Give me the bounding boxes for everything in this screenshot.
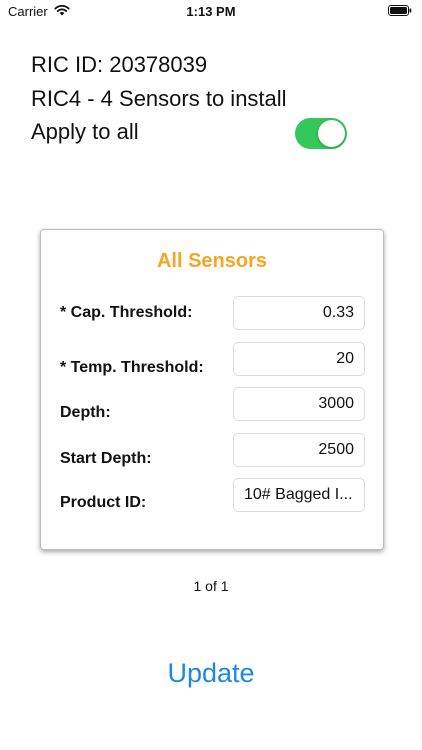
update-button[interactable]: Update xyxy=(0,658,422,689)
status-bar: Carrier 1:13 PM xyxy=(0,0,422,24)
page-indicator: 1 of 1 xyxy=(193,578,229,594)
apply-to-all-label: Apply to all xyxy=(31,119,139,144)
temp-threshold-input[interactable]: 20 xyxy=(233,342,365,376)
sensor-settings-card: All Sensors * Cap. Threshold: 0.33 * Tem… xyxy=(40,229,384,550)
temp-threshold-label: * Temp. Threshold: xyxy=(60,359,204,376)
apply-to-all-toggle[interactable] xyxy=(295,118,347,149)
status-time: 1:13 PM xyxy=(186,4,236,19)
start-depth-input[interactable]: 2500 xyxy=(233,433,365,467)
cap-threshold-input[interactable]: 0.33 xyxy=(233,296,365,330)
depth-input[interactable]: 3000 xyxy=(233,387,365,421)
start-depth-label: Start Depth: xyxy=(60,450,152,467)
battery-icon xyxy=(388,5,412,16)
depth-label: Depth: xyxy=(60,404,111,421)
card-title: All Sensors xyxy=(156,250,268,272)
ric-sensor-count: RIC4 - 4 Sensors to install xyxy=(31,86,287,111)
cap-threshold-label: * Cap. Threshold: xyxy=(60,304,193,321)
product-id-label: Product ID: xyxy=(60,494,147,511)
toggle-knob xyxy=(318,120,345,147)
ric-id-label: RIC ID: 20378039 xyxy=(31,52,208,77)
product-id-input[interactable]: 10# Bagged I... xyxy=(233,478,365,512)
